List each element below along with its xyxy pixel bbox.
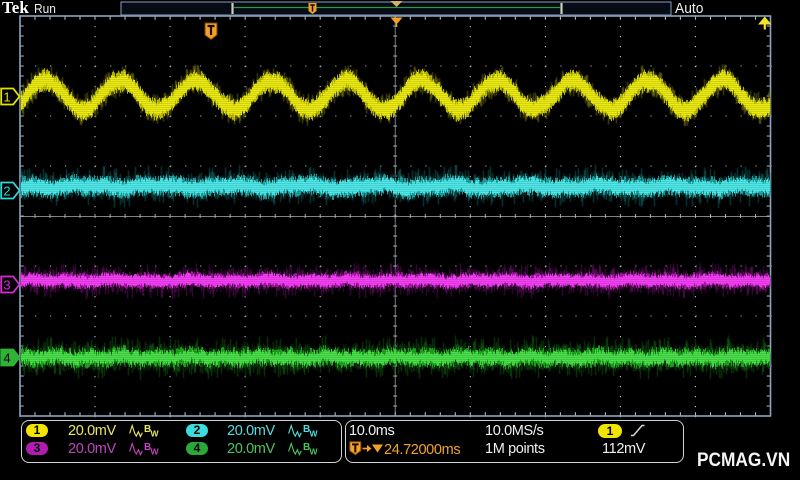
- svg-text:1: 1: [3, 90, 10, 105]
- svg-text:W: W: [151, 447, 160, 457]
- svg-text:W: W: [310, 429, 319, 439]
- svg-text:3: 3: [3, 278, 10, 293]
- svg-text:W: W: [310, 447, 319, 457]
- svg-text:4: 4: [3, 351, 10, 366]
- svg-text:2: 2: [3, 184, 10, 199]
- svg-text:W: W: [151, 429, 160, 439]
